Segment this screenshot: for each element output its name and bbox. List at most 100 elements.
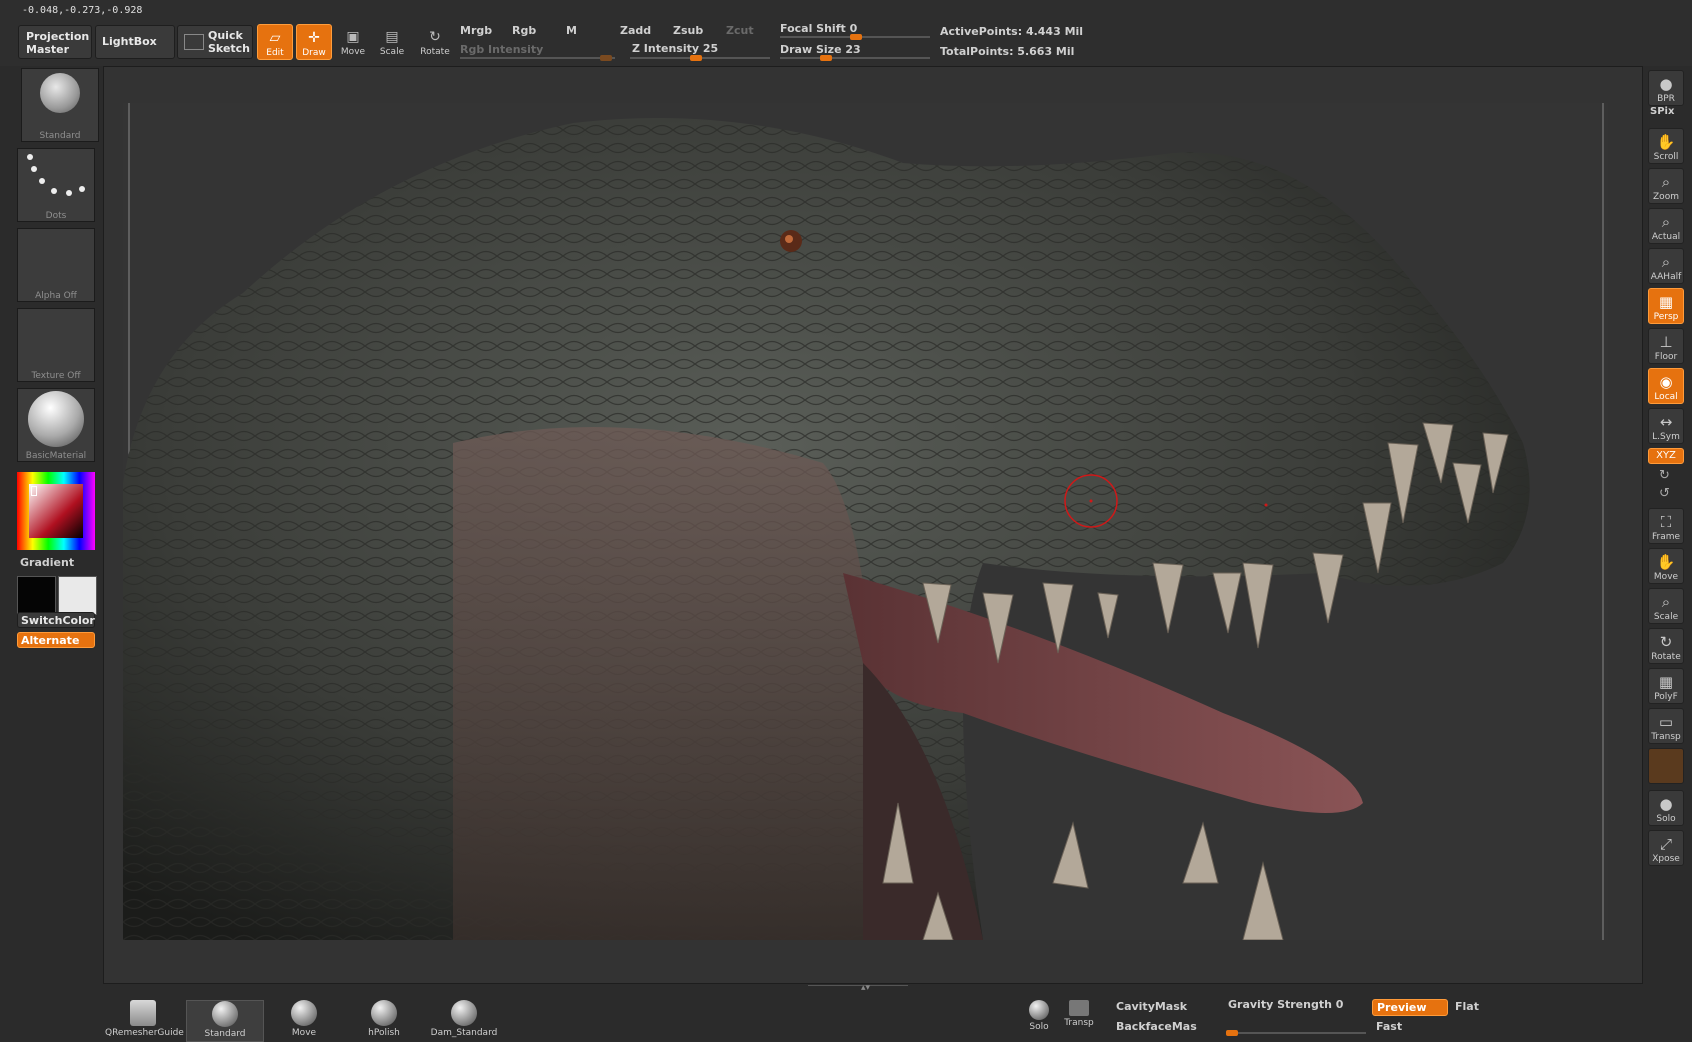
scroll-button[interactable]: ✋ Scroll	[1648, 128, 1684, 164]
brush-label: Standard	[39, 131, 81, 141]
scroll-icon: ✋	[1656, 133, 1676, 151]
xpose-button[interactable]: ⤢ Xpose	[1648, 830, 1684, 866]
collapse-arrow-icon[interactable]: ▴▾	[861, 983, 870, 993]
cursor-coordinates: -0.048,-0.273,-0.928	[22, 5, 143, 16]
draw-button[interactable]: ✛ Draw	[296, 24, 332, 60]
rotate-button[interactable]: ↻ Rotate	[417, 24, 453, 60]
color-square[interactable]	[29, 484, 83, 538]
floor-button[interactable]: ⊥ Floor	[1648, 328, 1684, 364]
brush-standard[interactable]: Standard	[186, 1000, 264, 1042]
zadd-button[interactable]: Zadd	[620, 24, 651, 37]
projection-master-label: Projection Master	[26, 30, 90, 56]
gravity-strength-slider[interactable]: Gravity Strength 0	[1228, 998, 1343, 1011]
standard-brush-icon	[212, 1001, 238, 1027]
draw-size-track[interactable]	[780, 55, 930, 61]
move-label: Move	[340, 47, 366, 57]
projection-master-button[interactable]: Projection Master	[18, 25, 92, 59]
standard-brush-icon	[40, 73, 80, 113]
lightbox-button[interactable]: LightBox	[95, 25, 175, 59]
persp-button[interactable]: ▦ Persp	[1648, 288, 1684, 324]
brush-label: hPolish	[368, 1028, 400, 1038]
edit-label: Edit	[266, 48, 284, 58]
polyf-button[interactable]: ▦ PolyF	[1648, 668, 1684, 704]
material-sphere-icon	[28, 391, 84, 447]
frame-button[interactable]: ⛶ Frame	[1648, 508, 1684, 544]
main-color-swatch[interactable]	[17, 576, 56, 615]
zoom-button[interactable]: ⌕ Zoom	[1648, 168, 1684, 204]
local-button[interactable]: ◉ Local	[1648, 368, 1684, 404]
z-intensity-track[interactable]	[630, 55, 770, 61]
m-button[interactable]: M	[566, 24, 577, 37]
move-view-icon: ✋	[1656, 553, 1676, 571]
rgb-intensity-track[interactable]	[460, 55, 615, 61]
preview-label: Preview	[1377, 1001, 1427, 1014]
aahalf-button[interactable]: ⌕ AAHalf	[1648, 248, 1684, 284]
gravity-strength-track[interactable]	[1226, 1030, 1366, 1036]
brush-label: QRemesherGuide	[105, 1028, 184, 1038]
backface-mask-toggle[interactable]: BackfaceMas	[1116, 1020, 1197, 1033]
edit-button[interactable]: ▱ Edit	[257, 24, 293, 60]
transp-label: Transp	[1651, 732, 1681, 742]
actual-icon: ⌕	[1661, 213, 1671, 231]
flat-button[interactable]: Flat	[1455, 1000, 1479, 1013]
switch-color-label: SwitchColor	[21, 614, 95, 627]
zcut-button[interactable]: Zcut	[726, 24, 754, 37]
actual-button[interactable]: ⌕ Actual	[1648, 208, 1684, 244]
quick-sketch-button[interactable]: Quick Sketch	[177, 25, 253, 59]
rotate-axis-z-icon[interactable]: ↺	[1659, 486, 1670, 501]
secondary-color-swatch[interactable]	[58, 576, 97, 615]
xyz-button[interactable]: XYZ	[1648, 448, 1684, 464]
xpose-icon: ⤢	[1659, 835, 1672, 853]
preview-button[interactable]: Preview	[1372, 999, 1448, 1016]
focal-shift-slider[interactable]: Focal Shift 0	[780, 22, 857, 35]
texture-selector[interactable]: Texture Off	[17, 308, 95, 382]
brush-move[interactable]: Move	[266, 1000, 342, 1040]
transp-bottom-button[interactable]: Transp	[1062, 1000, 1096, 1040]
transp-label: Transp	[1064, 1018, 1094, 1028]
color-picker[interactable]	[17, 472, 95, 550]
cavity-mask-toggle[interactable]: CavityMask	[1116, 1000, 1187, 1013]
brush-qremesher-guide[interactable]: QRemesherGuide	[105, 1000, 184, 1040]
focal-shift-track[interactable]	[780, 34, 930, 40]
draw-size-slider[interactable]: Draw Size 23	[780, 43, 861, 56]
fast-button[interactable]: Fast	[1376, 1020, 1402, 1033]
zsub-button[interactable]: Zsub	[673, 24, 703, 37]
gradient-toggle[interactable]: Gradient	[20, 556, 74, 569]
spix-slider[interactable]: SPix	[1650, 106, 1674, 117]
document-canvas[interactable]	[123, 103, 1608, 940]
brush-hpolish[interactable]: hPolish	[346, 1000, 422, 1040]
active-points: ActivePoints: 4.443 Mil	[940, 25, 1084, 38]
scale-view-button[interactable]: ⌕ Scale	[1648, 588, 1684, 624]
local-label: Local	[1654, 392, 1678, 402]
mrgb-button[interactable]: Mrgb	[460, 24, 492, 37]
move-icon: ▣	[346, 29, 360, 45]
switch-color-button[interactable]: SwitchColor	[17, 612, 95, 628]
bpr-button[interactable]: ● BPR	[1648, 70, 1684, 106]
move-view-button[interactable]: ✋ Move	[1648, 548, 1684, 584]
solo-bottom-button[interactable]: Solo	[1022, 1000, 1056, 1040]
alternate-button[interactable]: Alternate	[17, 632, 95, 648]
rotate-view-icon: ↻	[1659, 633, 1673, 651]
z-intensity-slider[interactable]: Z Intensity 25	[632, 42, 718, 55]
rotate-view-button[interactable]: ↻ Rotate	[1648, 628, 1684, 664]
stroke-selector[interactable]: Dots	[17, 148, 95, 222]
quick-sketch-label: Quick Sketch	[208, 29, 251, 55]
brush-selector[interactable]: Standard	[21, 68, 99, 142]
xpose-label: Xpose	[1652, 854, 1680, 864]
material-selector[interactable]: BasicMaterial	[17, 388, 95, 462]
move-button[interactable]: ▣ Move	[335, 24, 371, 60]
rotate-axis-y-icon[interactable]: ↻	[1659, 468, 1670, 483]
lsym-button[interactable]: ↔ L.Sym	[1648, 408, 1684, 444]
ghost-button[interactable]	[1648, 748, 1684, 784]
alpha-selector[interactable]: Alpha Off	[17, 228, 95, 302]
scale-label: Scale	[379, 47, 405, 57]
scale-button[interactable]: ▤ Scale	[374, 24, 410, 60]
transp-button[interactable]: ▭ Transp	[1648, 708, 1684, 744]
left-shelf: Standard Dots Alpha Off Texture Off Basi…	[0, 66, 100, 1042]
brush-dam-standard[interactable]: Dam_Standard	[426, 1000, 502, 1040]
rgb-button[interactable]: Rgb	[512, 24, 536, 37]
solo-button[interactable]: ● Solo	[1648, 790, 1684, 826]
rgb-intensity-slider[interactable]: Rgb Intensity	[460, 43, 543, 56]
scale-view-label: Scale	[1653, 612, 1679, 622]
solo-icon: ●	[1659, 795, 1673, 813]
